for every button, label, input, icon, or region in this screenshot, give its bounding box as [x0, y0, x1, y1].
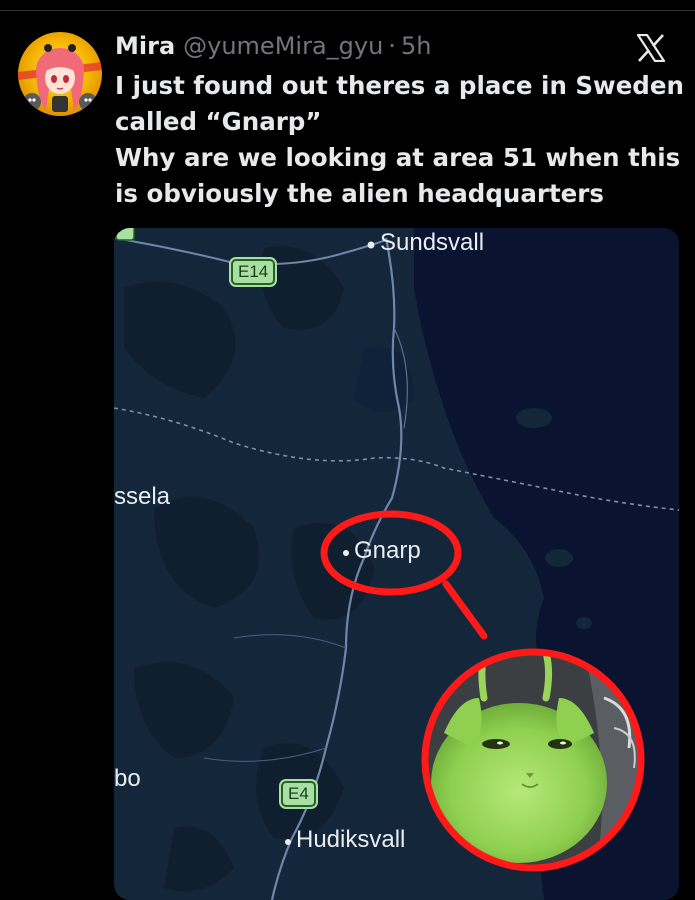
top-divider [0, 10, 695, 11]
display-name[interactable]: Mira [115, 32, 175, 60]
timestamp[interactable]: 5h [401, 32, 431, 60]
tweet-media-map[interactable]: Sundsvall Gnarp Hudiksvall ssela bo E14 … [114, 228, 679, 900]
tweet-text-line: I just found out theres a place in Swede… [115, 71, 684, 100]
map-label-bo: bo [114, 765, 141, 792]
map-label-sundsvall: Sundsvall [380, 229, 485, 256]
tweet-text: I just found out theres a place in Swede… [115, 68, 684, 212]
tweet-text-line: is obviously the alien headquarters [115, 179, 604, 208]
x-logo-icon [636, 33, 666, 63]
tweet-text-line: Why are we looking at area 51 when this [115, 143, 681, 172]
avatar[interactable] [18, 32, 102, 116]
map-label-gnarp: Gnarp [354, 537, 421, 564]
road-shield-e14: E14 [231, 259, 276, 285]
user-handle[interactable]: @yumeMira_gyu [183, 32, 383, 60]
map-label-hudiksvall: Hudiksvall [296, 826, 406, 853]
anime-girl-avatar-icon [18, 32, 102, 116]
tweet-text-line: called “Gnarp” [115, 107, 322, 136]
road-shield-e4: E4 [281, 781, 316, 807]
separator-dot: · [388, 32, 396, 60]
tweet-header: Mira @yumeMira_gyu · 5h [115, 32, 431, 62]
map-label-ssela: ssela [114, 483, 171, 510]
